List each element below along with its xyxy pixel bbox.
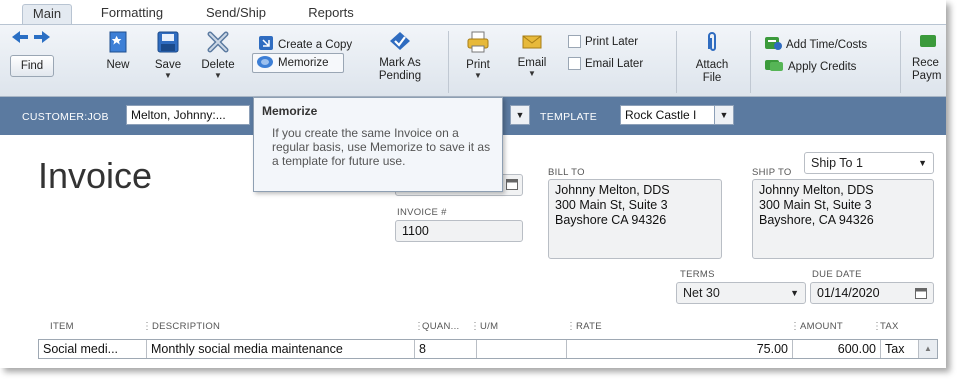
bill-to-label: BILL TO xyxy=(548,167,585,178)
cell-rate[interactable]: 75.00 xyxy=(567,340,793,358)
cell-item[interactable]: Social medi... xyxy=(39,340,147,358)
delete-button[interactable]: Delete ▼ xyxy=(196,31,240,80)
tooltip-title: Memorize xyxy=(262,104,318,118)
customer-job-dropdown-icon[interactable]: ▼ xyxy=(510,105,530,125)
tab-reports[interactable]: Reports xyxy=(298,4,364,24)
tooltip-body: If you create the same Invoice on a regu… xyxy=(272,126,491,168)
delete-x-icon xyxy=(196,31,240,57)
bill-to-address[interactable]: Johnny Melton, DDS 300 Main St, Suite 3 … xyxy=(548,179,722,259)
tab-formatting[interactable]: Formatting xyxy=(92,4,172,24)
terms-select[interactable]: Net 30 ▼ xyxy=(676,282,806,304)
find-button[interactable]: Find xyxy=(10,55,54,77)
envelope-icon xyxy=(512,33,552,55)
template-label: TEMPLATE xyxy=(540,111,598,123)
calendar-icon[interactable] xyxy=(915,287,927,303)
create-copy-button[interactable]: Create a Copy xyxy=(258,35,352,54)
checkbox-icon xyxy=(568,35,581,48)
memorize-icon xyxy=(256,55,274,72)
print-later-checkbox[interactable]: Print Later xyxy=(568,35,638,48)
scroll-up-arrow-icon[interactable]: ▲ xyxy=(919,340,937,358)
save-icon xyxy=(148,31,188,57)
customer-job-label: CUSTOMER:JOB xyxy=(22,111,109,123)
customer-job-field[interactable]: Melton, Johnny:... xyxy=(126,105,250,125)
save-button[interactable]: Save ▼ xyxy=(148,31,188,80)
terms-label: TERMS xyxy=(680,269,715,280)
due-date-field[interactable]: 01/14/2020 xyxy=(810,282,934,304)
receive-payments-button[interactable]: Rece Paym xyxy=(912,31,946,83)
invoice-number-label: INVOICE # xyxy=(397,207,447,218)
ship-to-address[interactable]: Johnny Melton, DDS 300 Main St, Suite 3 … xyxy=(752,179,934,259)
new-button[interactable]: New xyxy=(98,31,138,72)
ship-to-label: SHIP TO xyxy=(752,167,792,178)
copy-icon xyxy=(258,35,274,54)
template-field[interactable]: Rock Castle I xyxy=(620,105,716,125)
memorize-tooltip: Memorize If you create the same Invoice … xyxy=(253,97,503,192)
table-row[interactable]: Social medi... Monthly social media main… xyxy=(38,339,938,359)
tab-send-ship[interactable]: Send/Ship xyxy=(196,4,276,24)
cell-amount[interactable]: 600.00 xyxy=(793,340,881,358)
column-header-tax: TAX xyxy=(880,321,899,332)
checkmark-badge-icon xyxy=(370,31,430,55)
paperclip-icon xyxy=(690,31,734,57)
invoice-window: Main Formatting Send/Ship Reports Find N… xyxy=(0,0,946,368)
column-header-rate: RATE xyxy=(576,321,602,332)
cell-quantity[interactable]: 8 xyxy=(415,340,477,358)
column-header-amount: AMOUNT xyxy=(800,321,843,332)
line-items-table: ITEM ⋮ DESCRIPTION ⋮ QUAN... ⋮ U/M ⋮ RAT… xyxy=(38,321,938,368)
cell-tax[interactable]: Tax xyxy=(881,340,919,358)
column-header-um: U/M xyxy=(480,321,499,332)
apply-credits-icon xyxy=(764,57,784,76)
email-button[interactable]: Email ▼ xyxy=(512,33,552,78)
ship-to-dropdown-icon: ▼ xyxy=(918,158,927,168)
attach-file-button[interactable]: Attach File xyxy=(690,31,734,85)
next-arrow-icon[interactable] xyxy=(34,31,50,46)
print-button[interactable]: Print ▼ xyxy=(460,31,496,80)
mark-as-pending-button[interactable]: Mark As Pending xyxy=(370,31,430,83)
checkbox-icon xyxy=(568,57,581,70)
calendar-icon xyxy=(506,178,518,194)
tab-main[interactable]: Main xyxy=(22,4,72,24)
cell-um[interactable] xyxy=(477,340,567,358)
column-header-description: DESCRIPTION xyxy=(152,321,221,332)
receive-payment-icon xyxy=(918,31,946,55)
template-dropdown-icon[interactable]: ▼ xyxy=(714,105,734,125)
apply-credits-button[interactable]: Apply Credits xyxy=(764,57,856,76)
column-header-item: ITEM xyxy=(50,321,74,332)
ship-to-select[interactable]: Ship To 1 ▼ xyxy=(804,152,934,174)
ribbon-toolbar: Find New Save ▼ Delete ▼ Create a Copy M… xyxy=(0,24,946,97)
terms-dropdown-icon: ▼ xyxy=(790,288,799,298)
add-time-costs-button[interactable]: Add Time/Costs xyxy=(764,35,867,54)
ribbon-tabs: Main Formatting Send/Ship Reports xyxy=(0,0,946,24)
column-header-quantity: QUAN... xyxy=(422,321,460,332)
invoice-number-field[interactable]: 1100 xyxy=(395,220,523,242)
printer-icon xyxy=(460,31,496,57)
page-title: Invoice xyxy=(38,155,153,196)
memorize-button[interactable]: Memorize xyxy=(252,53,344,73)
new-document-icon xyxy=(98,31,138,57)
previous-arrow-icon[interactable] xyxy=(12,31,28,46)
cell-description[interactable]: Monthly social media maintenance xyxy=(147,340,415,358)
add-time-icon xyxy=(764,35,782,54)
email-later-checkbox[interactable]: Email Later xyxy=(568,57,643,70)
due-date-label: DUE DATE xyxy=(812,269,862,280)
